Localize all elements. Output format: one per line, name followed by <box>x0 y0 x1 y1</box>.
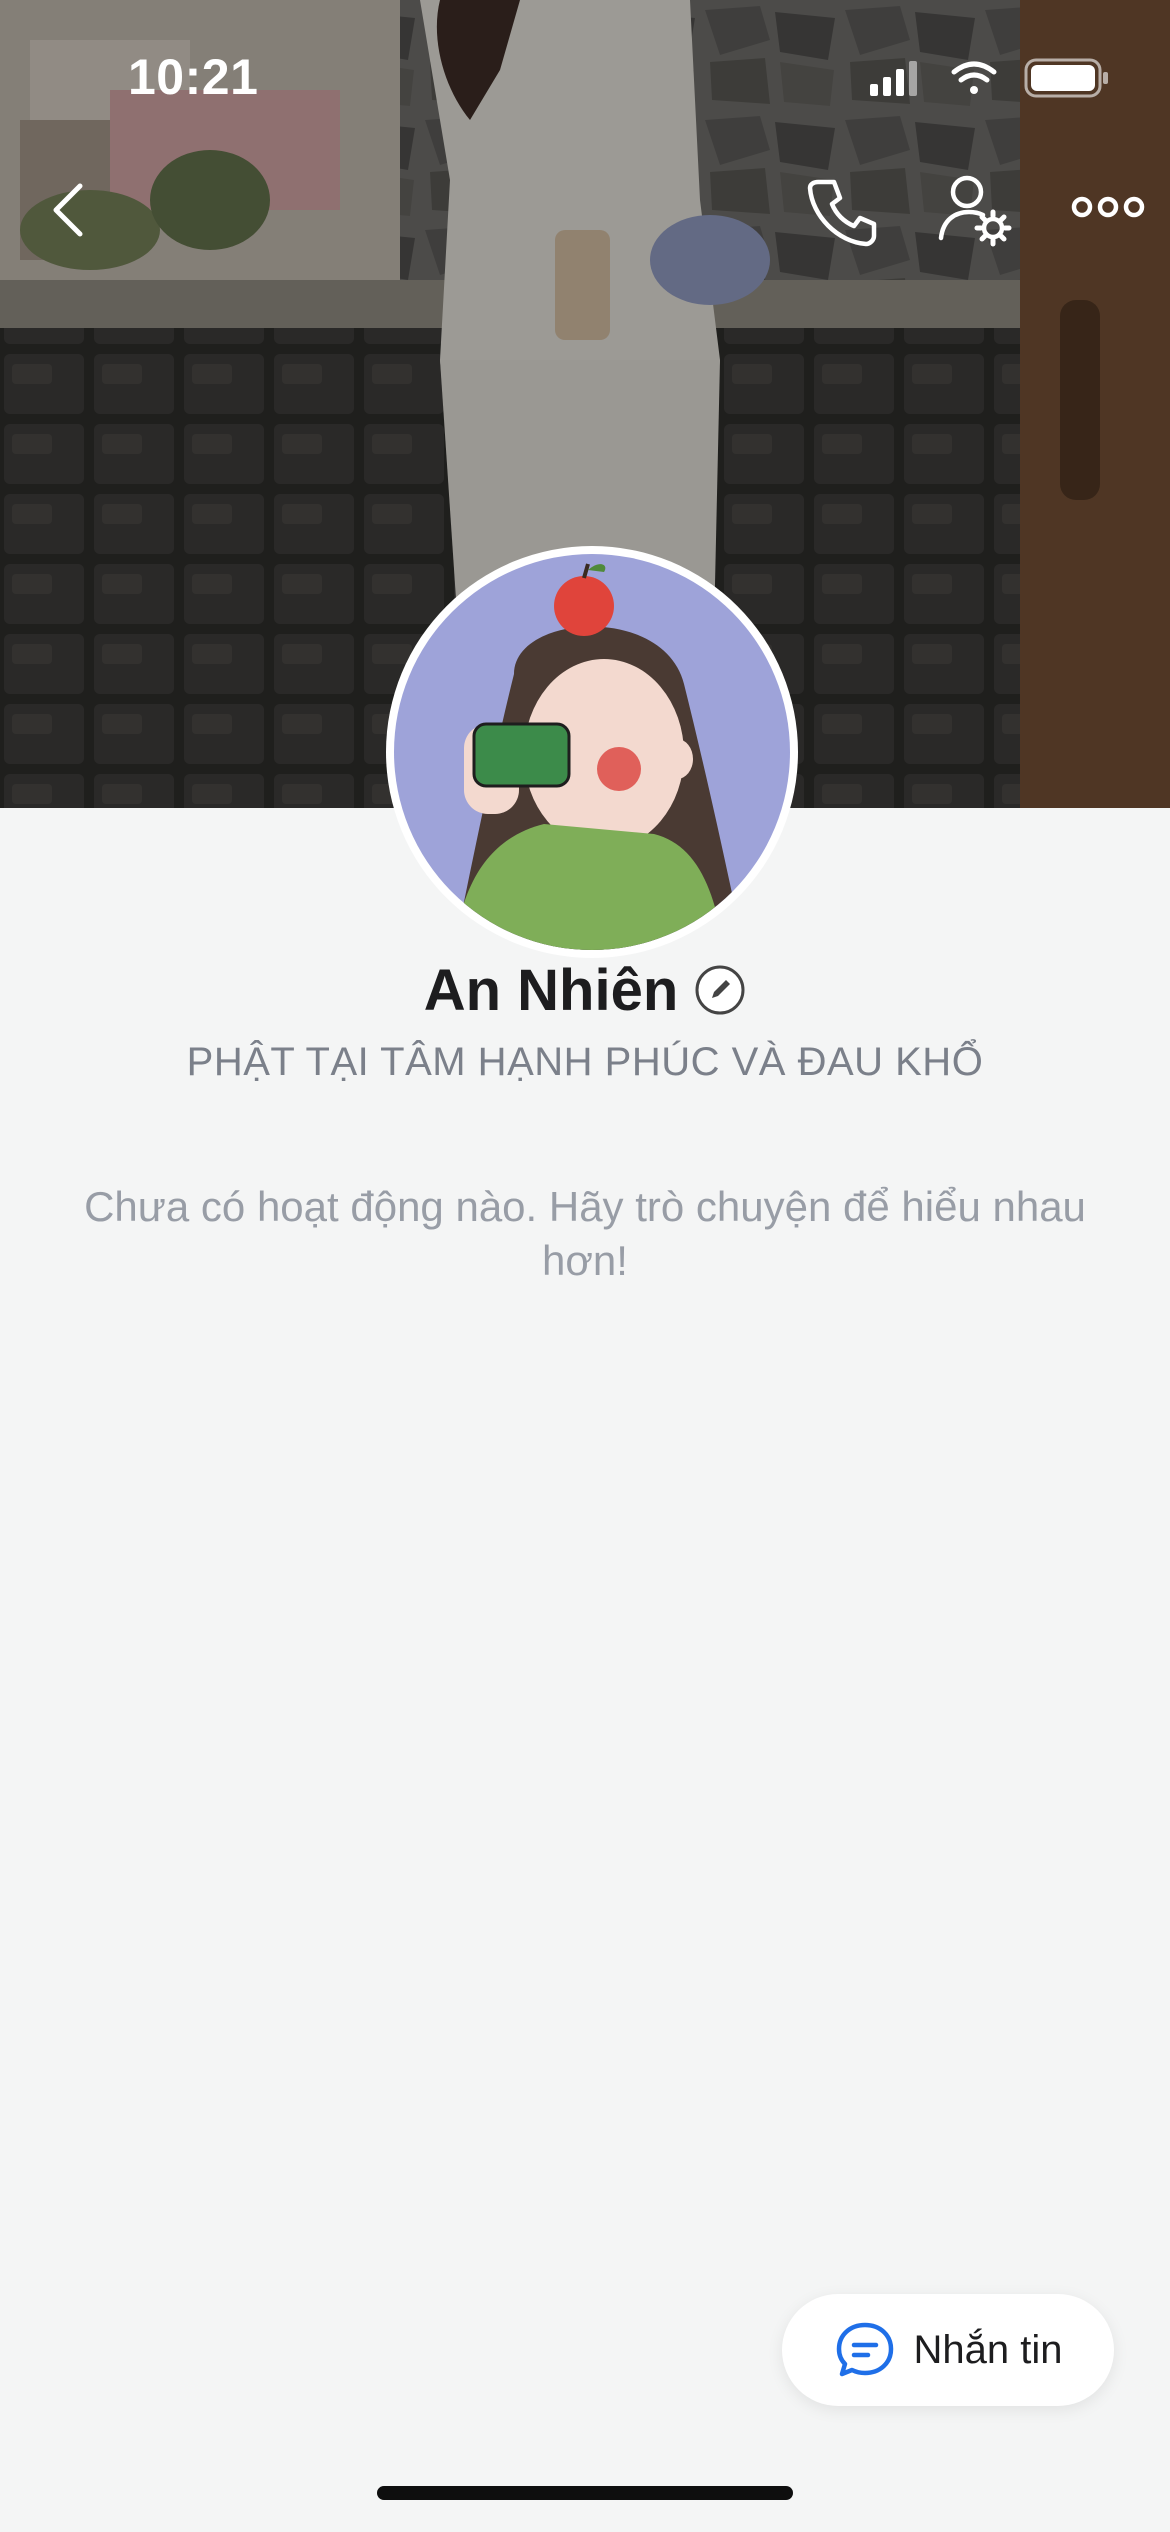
more-options-button[interactable] <box>1068 182 1148 232</box>
phone-icon <box>807 179 877 247</box>
message-button-label: Nhắn tin <box>913 2327 1063 2372</box>
message-button[interactable]: Nhắn tin <box>782 2294 1114 2406</box>
status-bar: 10:21 <box>0 0 1170 140</box>
chat-bubble-icon <box>836 2322 893 2377</box>
profile-bio: PHẬT TẠI TÂM HẠNH PHÚC VÀ ĐAU KHỔ <box>186 1040 984 1084</box>
more-horizontal-icon <box>1071 196 1145 218</box>
call-button[interactable] <box>800 170 880 250</box>
avatar[interactable] <box>394 554 790 950</box>
chevron-left-icon <box>53 183 83 237</box>
back-button[interactable] <box>38 168 108 248</box>
user-gear-icon <box>938 175 1012 247</box>
status-time: 10:21 <box>128 49 259 105</box>
status-icons <box>870 58 1108 98</box>
home-indicator <box>377 2486 793 2500</box>
battery-icon <box>1024 58 1108 98</box>
profile-name-row: An Nhiên <box>0 950 1170 1030</box>
wifi-icon <box>951 61 997 94</box>
empty-activity-message: Chưa có hoạt động nào. Hãy trò chuyện để… <box>84 1183 1086 1284</box>
pencil-icon[interactable] <box>694 964 746 1016</box>
profile-settings-button[interactable] <box>935 168 1015 248</box>
signal-icon <box>870 61 917 96</box>
profile-name: An Nhiên <box>423 957 679 1023</box>
